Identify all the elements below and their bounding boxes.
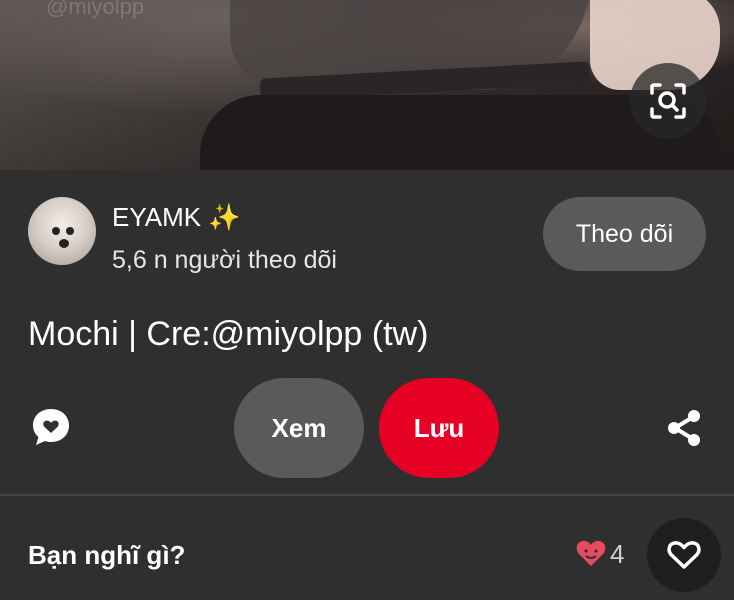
section-divider bbox=[0, 494, 734, 496]
comment-prompt[interactable]: Bạn nghĩ gì? bbox=[28, 540, 185, 571]
heart-outline-icon bbox=[667, 541, 701, 569]
visual-search-button[interactable] bbox=[630, 63, 706, 139]
heart-eyes-icon bbox=[576, 540, 606, 566]
comment-bubble-icon[interactable] bbox=[30, 406, 72, 448]
avatar-eye bbox=[52, 227, 60, 235]
view-button[interactable]: Xem bbox=[234, 378, 364, 478]
reaction-count: 4 bbox=[610, 539, 625, 569]
follower-count: 5,6 n người theo dõi bbox=[112, 246, 337, 274]
pin-title: Mochi | Cre:@miyolpp (tw) bbox=[28, 315, 429, 353]
share-icon[interactable] bbox=[664, 408, 704, 448]
avatar-nose bbox=[59, 239, 69, 248]
save-button[interactable]: Lưu bbox=[379, 378, 499, 478]
visual-search-icon bbox=[650, 83, 686, 119]
follow-button[interactable]: Theo dõi bbox=[543, 197, 706, 271]
creator-avatar[interactable] bbox=[28, 197, 96, 265]
avatar-eye bbox=[66, 227, 74, 235]
like-button[interactable] bbox=[647, 518, 721, 592]
creator-name[interactable]: EYAMK ✨ bbox=[112, 202, 241, 233]
image-watermark: @miyolpp bbox=[46, 0, 145, 19]
pin-image[interactable]: @miyolpp bbox=[0, 0, 734, 170]
